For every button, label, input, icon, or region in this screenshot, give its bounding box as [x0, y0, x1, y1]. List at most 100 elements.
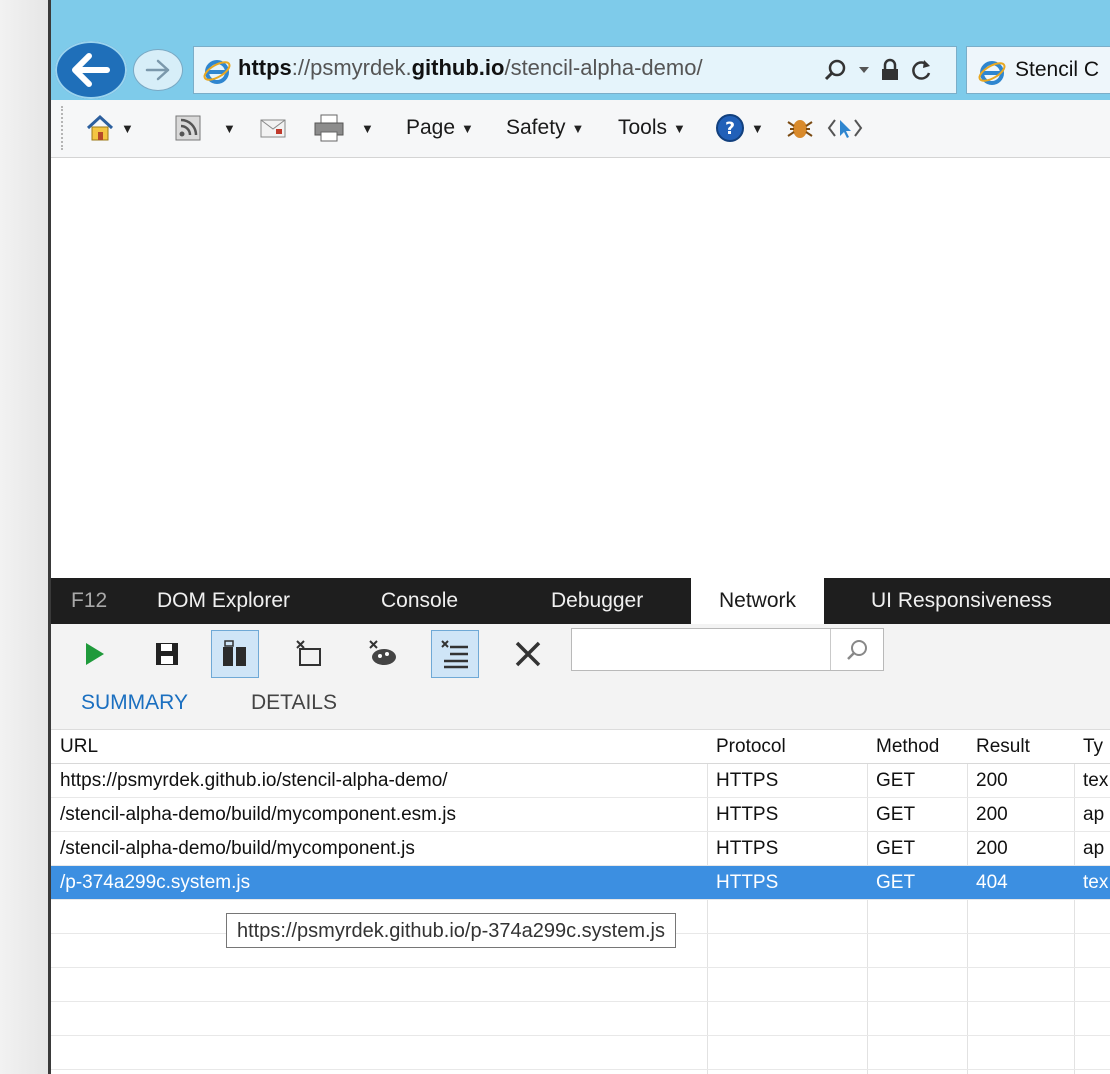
chevron-down-icon[interactable]: ▼: [121, 121, 134, 136]
row-method: GET: [876, 838, 916, 859]
row-method: GET: [876, 770, 916, 791]
bug-icon: [787, 120, 813, 138]
page-content: [51, 158, 1110, 578]
row-method: GET: [876, 872, 916, 893]
row-result: 404: [976, 872, 1008, 893]
export-button[interactable]: [211, 630, 259, 678]
forward-arrow-icon: [145, 59, 170, 81]
safety-menu-label: Safety: [506, 116, 566, 139]
column-header-url[interactable]: URL: [51, 730, 707, 763]
table-row[interactable]: https://psmyrdek.github.io/stencil-alpha…: [51, 764, 1110, 798]
row-result: 200: [976, 770, 1008, 791]
tab-dom-explorer[interactable]: DOM Explorer: [157, 578, 290, 624]
address-bar[interactable]: https://psmyrdek.github.io/stencil-alpha…: [193, 46, 957, 94]
table-row-selected[interactable]: /p-374a299c.system.js HTTPS GET 404 tex: [51, 866, 1110, 900]
tab-details[interactable]: DETAILS: [251, 691, 337, 715]
url-scheme: https: [238, 55, 292, 80]
lock-icon[interactable]: [880, 58, 900, 82]
chevron-down-icon: ▼: [571, 120, 585, 136]
home-icon: [86, 114, 114, 141]
read-mail-button[interactable]: [259, 112, 287, 144]
clear-cache-icon: [369, 640, 396, 665]
row-url: /stencil-alpha-demo/build/mycomponent.es…: [60, 804, 457, 825]
url-host-main: github.io: [411, 55, 505, 80]
svg-text:?: ?: [725, 119, 735, 139]
print-icon: [314, 114, 344, 142]
row-protocol: HTTPS: [716, 838, 779, 859]
developer-tools-button[interactable]: [827, 112, 863, 144]
tab-summary[interactable]: SUMMARY: [81, 691, 188, 715]
forward-button[interactable]: [133, 49, 183, 91]
always-refresh-button[interactable]: [431, 630, 479, 678]
url-host-sub: psmyrdek.: [310, 55, 412, 80]
search-icon[interactable]: [824, 58, 848, 82]
row-protocol: HTTPS: [716, 804, 779, 825]
start-profiling-button[interactable]: [71, 630, 119, 678]
tab-console[interactable]: Console: [381, 578, 458, 624]
url-path: /stencil-alpha-demo/: [504, 55, 703, 80]
network-search-input[interactable]: [572, 629, 827, 670]
page-menu-label: Page: [406, 116, 456, 139]
safety-menu[interactable]: Safety ▼: [506, 112, 584, 144]
grid-header-row: URL Protocol Method Result Ty: [51, 730, 1110, 764]
clear-cache-button[interactable]: [359, 630, 407, 678]
clear-on-navigate-icon: [296, 640, 321, 666]
home-button[interactable]: ▼: [85, 112, 134, 144]
command-bar: ▼ ▼ ▼ Page ▼ Safety ▼ Tools ▼ ? ▼: [51, 100, 1110, 158]
export-icon: [223, 640, 246, 666]
help-menu[interactable]: ? ▼: [715, 112, 764, 144]
row-type: tex: [1083, 872, 1109, 893]
tools-menu[interactable]: Tools ▼: [618, 112, 686, 144]
tab-ui-responsiveness[interactable]: UI Responsiveness: [871, 578, 1052, 624]
search-icon: [847, 639, 867, 660]
save-button[interactable]: [143, 630, 191, 678]
feeds-button[interactable]: ▼: [175, 112, 236, 144]
row-method: GET: [876, 804, 916, 825]
column-header-method[interactable]: Method: [867, 730, 967, 763]
play-icon: [86, 643, 104, 665]
toolbar-grip[interactable]: [61, 106, 65, 150]
page-menu[interactable]: Page ▼: [406, 112, 474, 144]
column-header-protocol[interactable]: Protocol: [707, 730, 867, 763]
network-view-tabs: SUMMARY DETAILS: [51, 682, 1110, 730]
row-url: https://psmyrdek.github.io/stencil-alpha…: [60, 770, 448, 791]
tools-menu-label: Tools: [618, 116, 668, 139]
bug-button[interactable]: [785, 112, 815, 144]
network-search-button[interactable]: [830, 629, 883, 670]
refresh-icon[interactable]: [910, 58, 932, 82]
f12-tab-bar: F12 DOM Explorer Console Debugger Networ…: [51, 578, 1110, 624]
table-row[interactable]: /stencil-alpha-demo/build/mycomponent.es…: [51, 798, 1110, 832]
help-icon: ?: [716, 114, 744, 142]
clear-session-button[interactable]: [504, 630, 552, 678]
tab-f12: F12: [71, 589, 108, 612]
clear-on-navigate-button[interactable]: [285, 630, 333, 678]
column-header-result[interactable]: Result: [967, 730, 1074, 763]
url-separator: ://: [291, 55, 311, 80]
table-row-empty: [51, 1002, 1110, 1036]
rss-feed-icon: [175, 115, 201, 141]
table-row[interactable]: /stencil-alpha-demo/build/mycomponent.js…: [51, 832, 1110, 866]
row-result: 200: [976, 804, 1008, 825]
row-result: 200: [976, 838, 1008, 859]
back-button[interactable]: [55, 41, 127, 99]
row-type: tex: [1083, 770, 1109, 791]
chevron-down-icon[interactable]: ▼: [361, 121, 374, 136]
tab-debugger[interactable]: Debugger: [551, 578, 643, 624]
network-search-box[interactable]: [571, 628, 884, 671]
window-gutter: [0, 0, 48, 1074]
chevron-down-icon: ▼: [751, 120, 764, 136]
tab-network[interactable]: Network: [691, 578, 825, 624]
address-bar-icons: [824, 53, 932, 87]
print-button[interactable]: ▼: [313, 112, 374, 144]
url-text[interactable]: https://psmyrdek.github.io/stencil-alpha…: [238, 55, 703, 81]
chevron-down-icon[interactable]: ▼: [223, 121, 236, 136]
browser-tab[interactable]: Stencil C: [966, 46, 1110, 94]
row-url: /stencil-alpha-demo/build/mycomponent.js: [60, 838, 415, 859]
ie-logo-icon: [978, 61, 1006, 85]
table-row-empty: [51, 968, 1110, 1002]
chevron-down-icon: ▼: [673, 120, 686, 136]
column-header-type[interactable]: Ty: [1074, 730, 1110, 763]
search-dropdown-icon[interactable]: [858, 65, 870, 75]
read-mail-icon: [260, 119, 286, 138]
row-protocol: HTTPS: [716, 770, 779, 791]
